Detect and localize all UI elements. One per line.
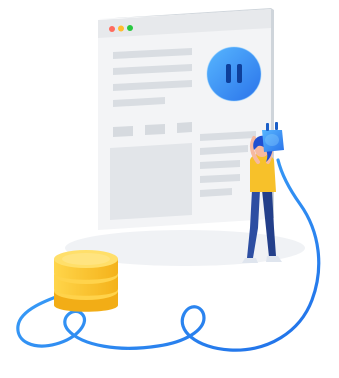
pause-icon xyxy=(206,46,262,102)
block xyxy=(113,126,133,137)
browser-window xyxy=(98,8,274,230)
block xyxy=(177,122,192,133)
content-block xyxy=(110,143,192,220)
block xyxy=(145,124,165,135)
database-stack-icon xyxy=(54,250,118,312)
close-dot-icon xyxy=(109,26,115,32)
maximize-dot-icon xyxy=(127,25,133,31)
minimize-dot-icon xyxy=(118,25,124,32)
illustration xyxy=(16,8,321,352)
